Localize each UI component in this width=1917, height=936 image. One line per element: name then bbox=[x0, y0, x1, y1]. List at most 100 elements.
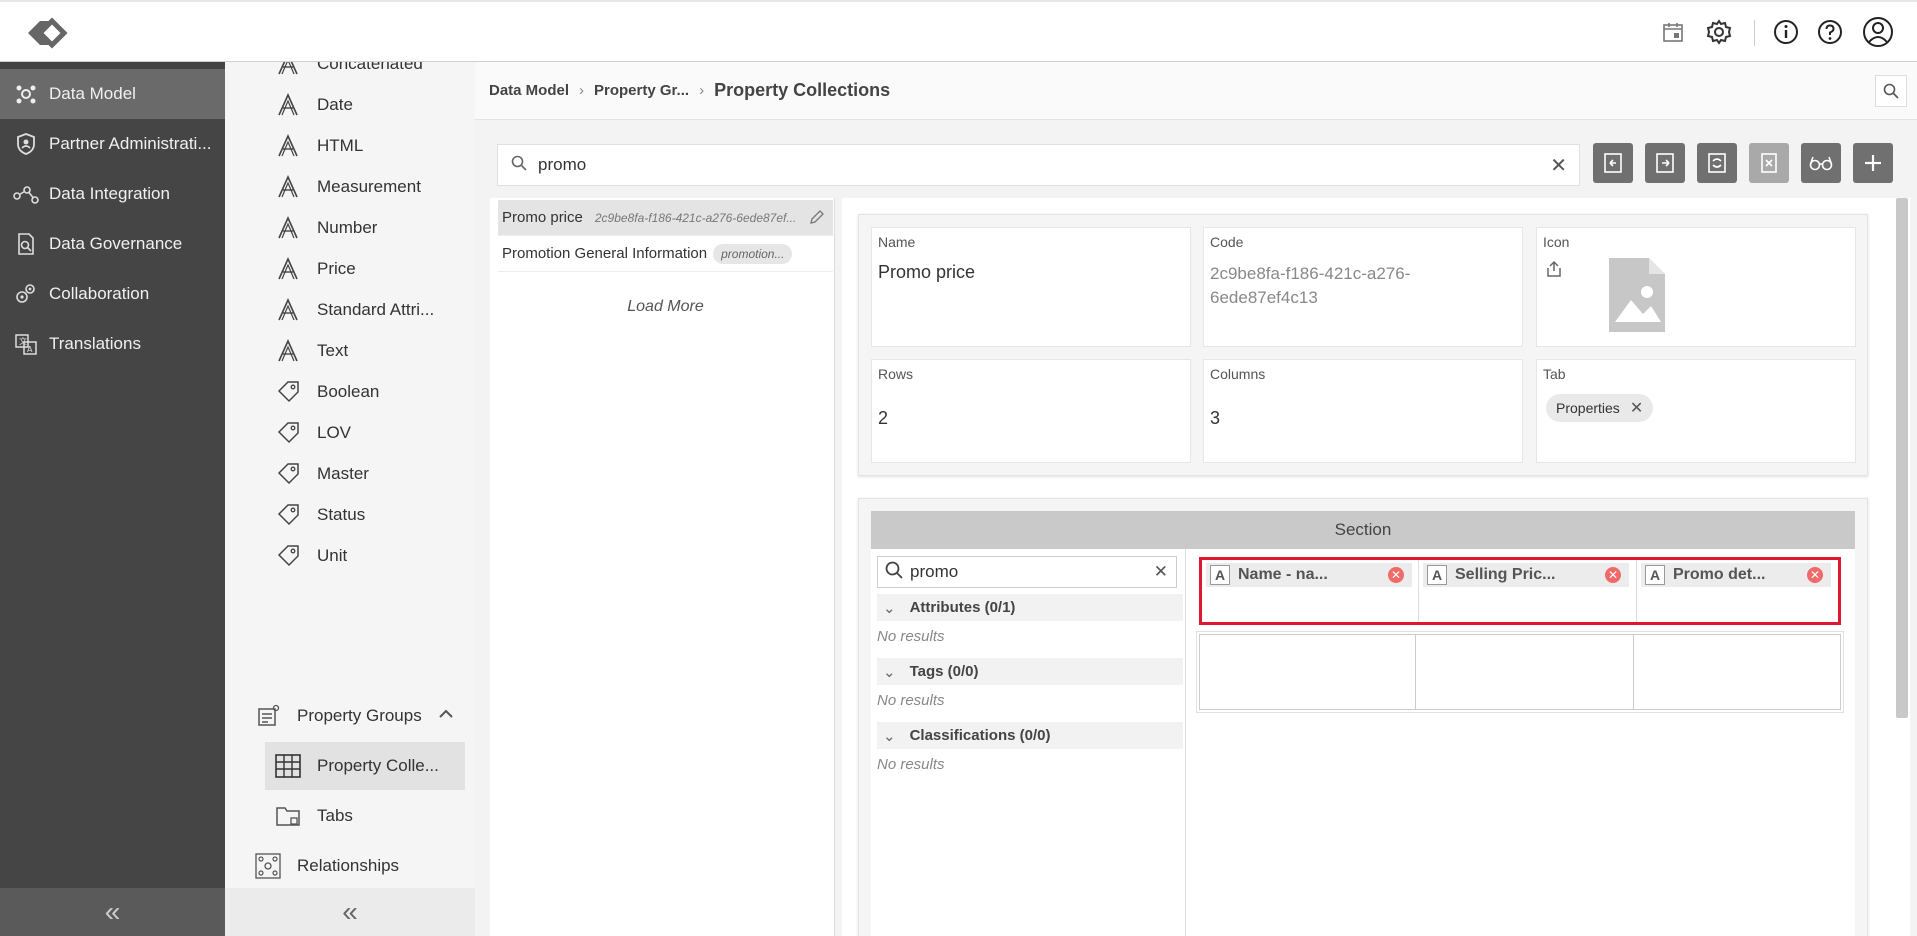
sub-item-label: LOV bbox=[317, 423, 352, 442]
attribute-label: Selling Pric... bbox=[1455, 566, 1556, 583]
grid-cell-empty[interactable] bbox=[1634, 635, 1840, 709]
shield-icon bbox=[12, 130, 40, 158]
remove-chip-icon[interactable]: ✕ bbox=[1630, 398, 1643, 418]
image-placeholder-icon bbox=[1607, 256, 1667, 339]
left-nav: Data Model Partner Administrati... Data … bbox=[0, 62, 225, 936]
upload-icon[interactable] bbox=[1545, 260, 1563, 283]
section-search-input[interactable] bbox=[910, 562, 1154, 582]
remove-attribute-icon[interactable]: ✕ bbox=[1388, 567, 1404, 583]
delete-button[interactable] bbox=[1749, 143, 1789, 183]
clear-search-icon[interactable]: ✕ bbox=[1550, 153, 1567, 178]
sub-item-label: Tabs bbox=[317, 806, 353, 825]
import-button[interactable] bbox=[1593, 143, 1633, 183]
group-tags[interactable]: ⌄ Tags (0/0) bbox=[877, 658, 1183, 685]
group-classifications[interactable]: ⌄ Classifications (0/0) bbox=[877, 722, 1183, 749]
nav-item-data-integration[interactable]: Data Integration bbox=[0, 169, 225, 219]
nav-item-data-governance[interactable]: Data Governance bbox=[0, 219, 225, 269]
sub-item-label: Property Colle... bbox=[317, 756, 439, 775]
data-model-icon bbox=[12, 80, 40, 108]
nav-item-data-model[interactable]: Data Model bbox=[0, 69, 225, 119]
sub-item-tabs[interactable]: Tabs bbox=[265, 792, 465, 840]
pencil-icon[interactable] bbox=[809, 209, 825, 229]
grid-row-empty-wrapper bbox=[1196, 631, 1844, 713]
list-item[interactable]: Promotion General Information promotion.… bbox=[498, 236, 833, 272]
chevron-up-icon[interactable] bbox=[437, 705, 455, 728]
nav-item-label: Collaboration bbox=[49, 284, 150, 303]
translations-icon: 文A bbox=[12, 330, 40, 358]
info-icon[interactable] bbox=[1769, 15, 1803, 49]
attribute-icon bbox=[273, 336, 303, 366]
help-icon[interactable] bbox=[1813, 15, 1847, 49]
rows-field[interactable]: Rows 2 bbox=[871, 359, 1191, 463]
attribute-icon bbox=[273, 131, 303, 161]
list-item-code-chip: promotion... bbox=[713, 243, 793, 264]
no-results-text: No results bbox=[877, 756, 945, 773]
header-search-button[interactable] bbox=[1875, 75, 1907, 107]
add-button[interactable] bbox=[1853, 143, 1893, 183]
breadcrumb-property-groups[interactable]: Property Gr... bbox=[594, 82, 689, 99]
field-label: Rows bbox=[878, 366, 914, 382]
collapse-subnav-button[interactable]: « bbox=[225, 888, 475, 936]
grid-cell-empty[interactable] bbox=[1200, 635, 1416, 709]
attribute-chip[interactable]: A Promo det... ✕ bbox=[1641, 563, 1831, 587]
grid-cell-empty[interactable] bbox=[1416, 635, 1634, 709]
load-more-link[interactable]: Load More bbox=[498, 298, 833, 316]
user-avatar-icon[interactable] bbox=[1861, 15, 1895, 49]
sync-button[interactable] bbox=[1697, 143, 1737, 183]
attribute-chip[interactable]: A Selling Pric... ✕ bbox=[1423, 563, 1629, 587]
sub-item-unit[interactable]: Unit bbox=[265, 532, 465, 580]
field-label: Name bbox=[878, 234, 916, 250]
nav-item-translations[interactable]: 文A Translations bbox=[0, 319, 225, 369]
app-logo[interactable] bbox=[22, 14, 70, 52]
remove-attribute-icon[interactable]: ✕ bbox=[1807, 567, 1823, 583]
sub-item-property-groups[interactable]: Property Groups bbox=[245, 692, 467, 740]
tag-icon bbox=[273, 377, 303, 407]
chevron-down-icon: ⌄ bbox=[883, 599, 896, 617]
remove-attribute-icon[interactable]: ✕ bbox=[1605, 567, 1621, 583]
attribute-icon bbox=[273, 62, 303, 79]
attribute-icon bbox=[273, 90, 303, 120]
breadcrumb-data-model[interactable]: Data Model bbox=[489, 82, 569, 99]
grid-cell[interactable]: A Name - na... ✕ bbox=[1202, 560, 1419, 622]
gear-icon[interactable] bbox=[1702, 15, 1736, 49]
export-button[interactable] bbox=[1645, 143, 1685, 183]
table-grid-icon bbox=[273, 751, 303, 781]
chevron-down-icon: ⌄ bbox=[883, 727, 896, 745]
grid-cell[interactable]: A Promo det... ✕ bbox=[1637, 560, 1838, 622]
nav-item-collaboration[interactable]: Collaboration bbox=[0, 269, 225, 319]
sub-item-relationships[interactable]: Relationships bbox=[245, 842, 467, 890]
tab-field[interactable]: Tab Properties ✕ bbox=[1536, 359, 1856, 463]
nav-item-label: Partner Administrati... bbox=[49, 134, 212, 153]
attribute-picker: ✕ ⌄ Attributes (0/1) No results ⌄ Tags (… bbox=[871, 549, 1186, 936]
tag-icon bbox=[273, 418, 303, 448]
calendar-icon[interactable] bbox=[1656, 15, 1690, 49]
collapse-sidebar-button[interactable]: « bbox=[0, 888, 225, 936]
grid-cell[interactable]: A Selling Pric... ✕ bbox=[1419, 560, 1637, 622]
nav-item-partner-administration[interactable]: Partner Administrati... bbox=[0, 119, 225, 169]
vertical-scrollbar[interactable] bbox=[1896, 198, 1908, 718]
attribute-icon bbox=[273, 172, 303, 202]
collection-list: Promo price 2c9be8fa-f186-421c-a276-6ede… bbox=[490, 198, 835, 936]
sub-item-label: Unit bbox=[317, 546, 348, 565]
properties-card: Name Promo price Code 2c9be8fa-f186-421c… bbox=[858, 214, 1868, 476]
columns-field[interactable]: Columns 3 bbox=[1203, 359, 1523, 463]
breadcrumb: Data Model › Property Gr... › Property C… bbox=[475, 62, 1917, 120]
search-input[interactable] bbox=[538, 155, 1551, 175]
tabs-icon bbox=[273, 801, 303, 831]
main-content: Data Model › Property Gr... › Property C… bbox=[475, 62, 1917, 936]
compare-button[interactable] bbox=[1801, 143, 1841, 183]
section-header: Section bbox=[871, 511, 1855, 549]
sub-item-label: Measurement bbox=[317, 177, 421, 196]
group-label: Tags (0/0) bbox=[909, 663, 979, 680]
name-field[interactable]: Name Promo price bbox=[871, 227, 1191, 347]
section-card: Section ✕ ⌄ Attributes (0/1) No results bbox=[858, 498, 1868, 936]
import-icon bbox=[1604, 153, 1622, 173]
sub-item-label: Concatenated bbox=[317, 62, 423, 73]
attribute-icon bbox=[273, 254, 303, 284]
attribute-chip[interactable]: A Name - na... ✕ bbox=[1206, 563, 1412, 587]
list-item[interactable]: Promo price 2c9be8fa-f186-421c-a276-6ede… bbox=[498, 200, 833, 236]
clear-search-icon[interactable]: ✕ bbox=[1154, 562, 1168, 582]
sub-item-property-collections[interactable]: Property Colle... bbox=[265, 742, 465, 790]
sub-item-label: Date bbox=[317, 95, 353, 114]
group-attributes[interactable]: ⌄ Attributes (0/1) bbox=[877, 594, 1183, 621]
